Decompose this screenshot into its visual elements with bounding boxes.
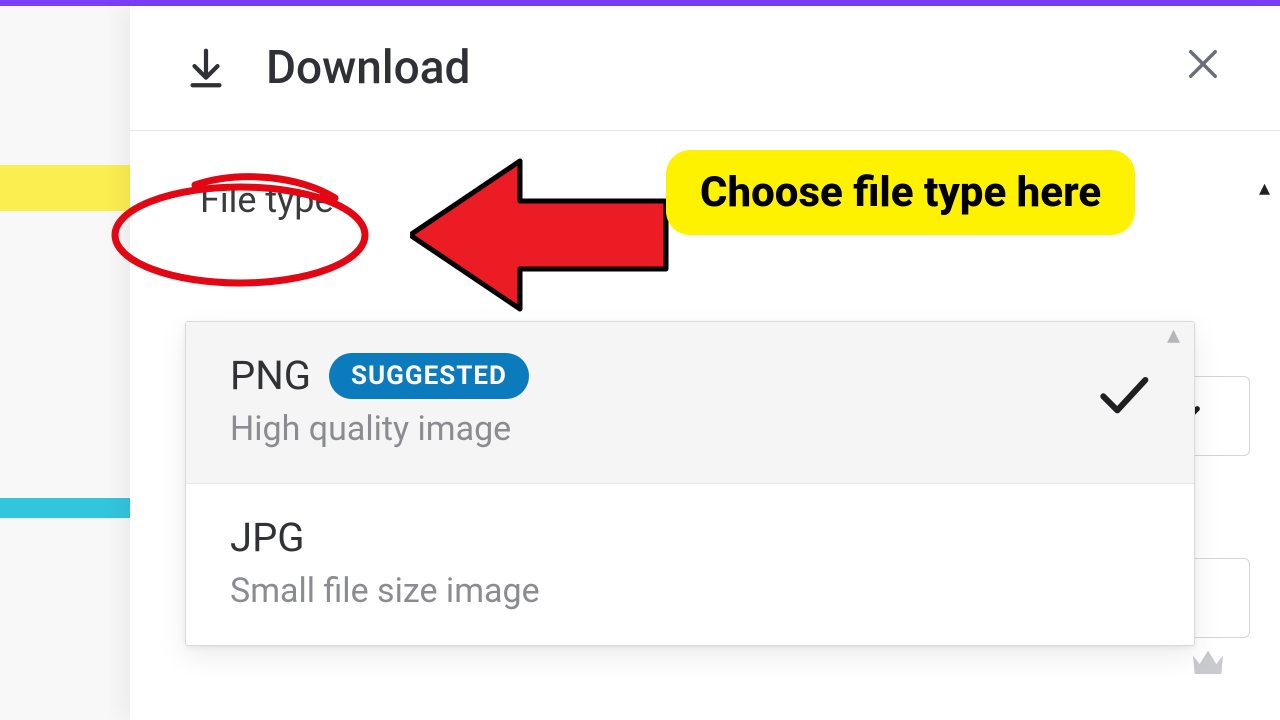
download-icon: [182, 44, 230, 92]
download-panel: Download File type ▴ 1 ▴ PNG: [130, 6, 1280, 720]
option-png[interactable]: PNG SUGGESTED High quality image: [186, 322, 1194, 484]
option-body: PNG SUGGESTED High quality image: [230, 352, 1094, 449]
crown-icon: [1188, 644, 1228, 694]
background-highlight: [0, 165, 130, 211]
option-jpg[interactable]: JPG Small file size image: [186, 484, 1194, 645]
file-type-dropdown: ▴ PNG SUGGESTED High quality image JPG: [185, 321, 1195, 646]
file-type-label: File type: [130, 131, 1280, 221]
option-name: JPG: [230, 514, 305, 561]
close-button[interactable]: [1174, 34, 1232, 102]
background-panel: [0, 6, 130, 720]
option-body: JPG Small file size image: [230, 514, 1150, 611]
suggested-badge: SUGGESTED: [329, 353, 529, 399]
caret-up-icon: ▴: [1259, 176, 1270, 201]
panel-header: Download: [130, 6, 1280, 131]
scroll-up-icon[interactable]: ▴: [1167, 320, 1180, 350]
option-description: Small file size image: [230, 571, 1150, 611]
check-icon: [1094, 366, 1150, 436]
panel-title: Download: [266, 41, 1174, 95]
option-name: PNG: [230, 352, 311, 399]
option-description: High quality image: [230, 409, 1094, 449]
background-accent: [0, 498, 130, 518]
